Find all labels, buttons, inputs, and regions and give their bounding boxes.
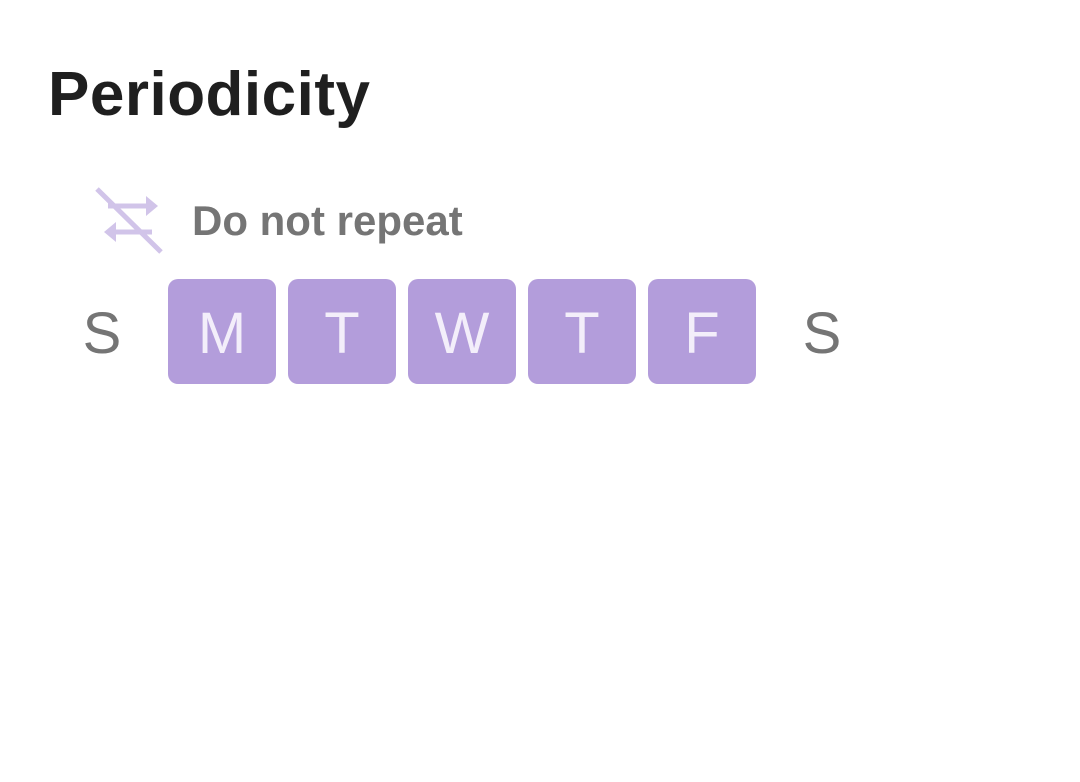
repeat-toggle[interactable]: Do not repeat <box>94 186 463 256</box>
day-toggle-friday[interactable]: F <box>648 279 756 384</box>
day-toggle-tuesday[interactable]: T <box>288 279 396 384</box>
day-toggle-sunday[interactable]: S <box>48 279 156 384</box>
day-toggle-saturday[interactable]: S <box>768 279 876 384</box>
day-toggle-wednesday[interactable]: W <box>408 279 516 384</box>
repeat-label: Do not repeat <box>192 197 463 244</box>
periodicity-screen: Periodicity Do not repeat S M T W T F S <box>0 0 1080 782</box>
weekday-selector: S M T W T F S <box>48 279 888 384</box>
day-toggle-thursday[interactable]: T <box>528 279 636 384</box>
day-toggle-monday[interactable]: M <box>168 279 276 384</box>
section-title: Periodicity <box>48 60 371 129</box>
repeat-off-icon <box>94 186 164 256</box>
